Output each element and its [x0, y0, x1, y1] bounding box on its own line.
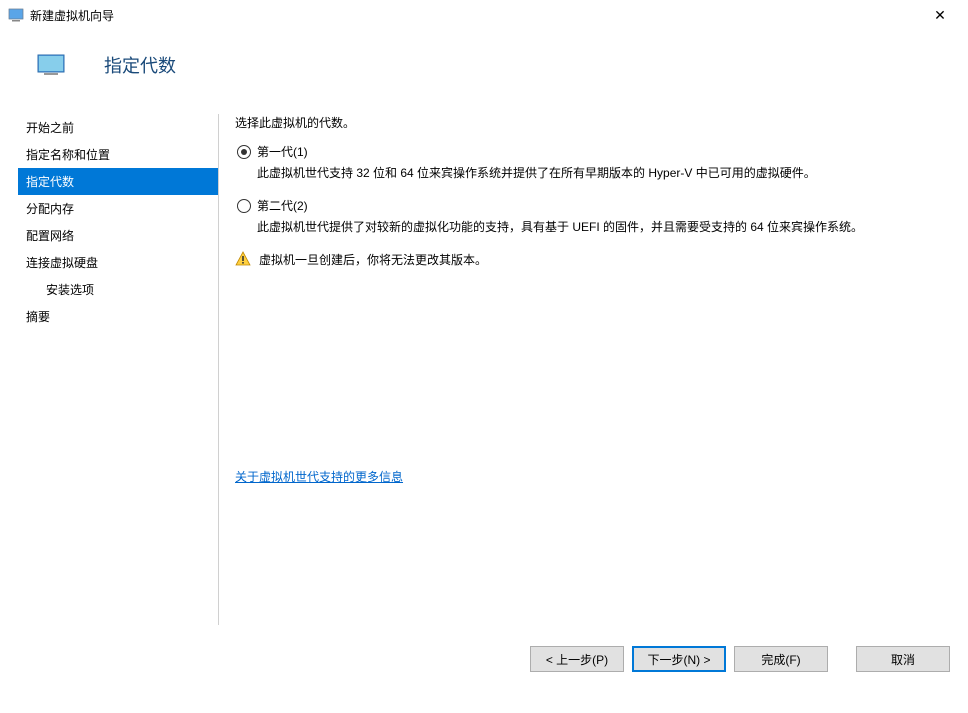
sidebar-step-before-begin[interactable]: 开始之前 — [18, 114, 218, 141]
radio-label: 第二代(2) — [257, 197, 308, 214]
radio-icon — [237, 145, 251, 159]
cancel-button[interactable]: 取消 — [856, 646, 950, 672]
page-title: 指定代数 — [104, 52, 176, 78]
previous-button[interactable]: < 上一步(P) — [530, 646, 624, 672]
wizard-footer: < 上一步(P) 下一步(N) > 完成(F) 取消 — [0, 635, 968, 683]
window-title: 新建虚拟机向导 — [30, 7, 920, 24]
generation-radio-group: 第一代(1) 此虚拟机世代支持 32 位和 64 位来宾操作系统并提供了在所有早… — [235, 143, 948, 237]
titlebar: 新建虚拟机向导 ✕ — [0, 0, 968, 30]
finish-button[interactable]: 完成(F) — [734, 646, 828, 672]
generation-2-desc: 此虚拟机世代提供了对较新的虚拟化功能的支持，具有基于 UEFI 的固件，并且需要… — [257, 218, 948, 237]
sidebar-step-memory[interactable]: 分配内存 — [18, 195, 218, 222]
radio-generation-2[interactable]: 第二代(2) — [235, 197, 948, 214]
more-info-link[interactable]: 关于虚拟机世代支持的更多信息 — [235, 470, 403, 484]
warning-icon — [235, 251, 251, 267]
prompt-text: 选择此虚拟机的代数。 — [235, 114, 948, 131]
sidebar-step-generation[interactable]: 指定代数 — [18, 168, 218, 195]
sidebar-step-summary[interactable]: 摘要 — [18, 303, 218, 330]
sidebar-step-network[interactable]: 配置网络 — [18, 222, 218, 249]
generation-1-desc: 此虚拟机世代支持 32 位和 64 位来宾操作系统并提供了在所有早期版本的 Hy… — [257, 164, 948, 183]
app-icon — [8, 7, 24, 23]
wizard-icon — [36, 53, 68, 77]
radio-icon — [237, 199, 251, 213]
wizard-header: 指定代数 — [0, 30, 968, 100]
next-button[interactable]: 下一步(N) > — [632, 646, 726, 672]
sidebar-step-install-options[interactable]: 安装选项 — [18, 276, 218, 303]
warning-message: 虚拟机一旦创建后，你将无法更改其版本。 — [235, 251, 948, 268]
radio-generation-1[interactable]: 第一代(1) — [235, 143, 948, 160]
help-link-row: 关于虚拟机世代支持的更多信息 — [235, 468, 948, 485]
sidebar-step-virtual-disk[interactable]: 连接虚拟硬盘 — [18, 249, 218, 276]
radio-label: 第一代(1) — [257, 143, 308, 160]
wizard-steps-sidebar: 开始之前 指定名称和位置 指定代数 分配内存 配置网络 连接虚拟硬盘 安装选项 … — [0, 100, 218, 635]
sidebar-step-name-location[interactable]: 指定名称和位置 — [18, 141, 218, 168]
main-panel: 选择此虚拟机的代数。 第一代(1) 此虚拟机世代支持 32 位和 64 位来宾操… — [219, 100, 968, 635]
content-area: 开始之前 指定名称和位置 指定代数 分配内存 配置网络 连接虚拟硬盘 安装选项 … — [0, 100, 968, 635]
close-button[interactable]: ✕ — [920, 1, 960, 29]
warning-text: 虚拟机一旦创建后，你将无法更改其版本。 — [259, 251, 487, 268]
